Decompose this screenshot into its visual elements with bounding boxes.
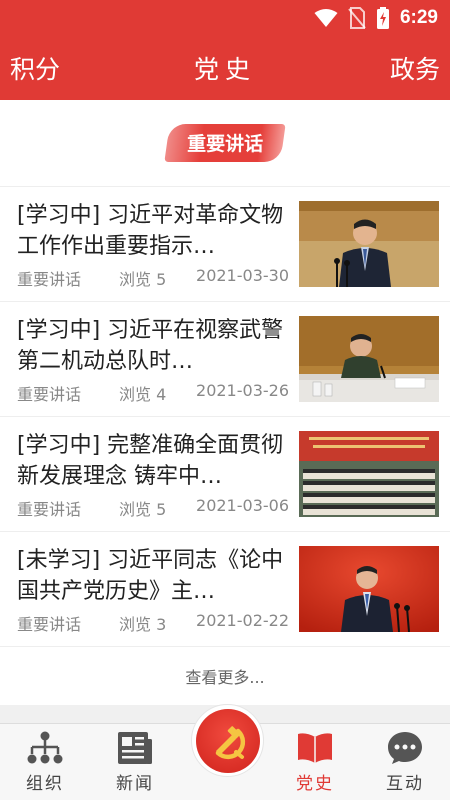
article-views: 浏览 3 — [119, 615, 167, 634]
article-date: 2021-03-30 — [196, 266, 289, 285]
tab-interaction[interactable]: 互动 — [360, 724, 450, 800]
article-title: [学习中] 完整准确全面贯彻新发展理念 铸牢中… — [17, 433, 284, 489]
tab-organization[interactable]: 组织 — [0, 724, 90, 800]
article-date: 2021-03-26 — [196, 381, 289, 400]
article-category: 重要讲话 — [17, 615, 82, 634]
article-date: 2021-02-22 — [196, 611, 289, 630]
list-item[interactable]: [学习中] 习近平在视察武警第二机动总队时… 重要讲话 浏览 4 2021-03… — [0, 302, 450, 417]
app-header: 积分 党史 政务 — [0, 36, 450, 100]
article-meta: 重要讲话 浏览 5 2021-03-30 — [17, 266, 289, 290]
list-item[interactable]: [未学习] 习近平同志《论中国共产党历史》主… 重要讲话 浏览 3 2021-0… — [0, 532, 450, 647]
tab-label: 党史 — [296, 774, 334, 794]
status-time: 6:29 — [399, 7, 438, 28]
page-title: 党史 — [193, 55, 256, 84]
article-list: [学习中] 习近平对革命文物工作作出重要指示… 重要讲话 浏览 5 2021-0… — [0, 186, 450, 647]
list-item[interactable]: [学习中] 完整准确全面贯彻新发展理念 铸牢中… 重要讲话 浏览 5 2021-… — [0, 417, 450, 532]
article-category: 重要讲话 — [17, 385, 82, 404]
article-title: [学习中] 习近平对革命文物工作作出重要指示… — [17, 203, 284, 259]
article-meta: 重要讲话 浏览 3 2021-02-22 — [17, 611, 289, 635]
party-emblem-icon — [195, 708, 260, 773]
status-bar: 6:29 — [0, 0, 450, 36]
tab-label: 组织 — [26, 774, 64, 794]
article-views: 浏览 5 — [119, 500, 167, 519]
points-button[interactable]: 积分 — [10, 50, 60, 86]
no-sim-icon — [348, 7, 366, 29]
article-views: 浏览 5 — [119, 270, 167, 289]
article-meta: 重要讲话 浏览 5 2021-03-06 — [17, 496, 289, 520]
article-title: [学习中] 习近平在视察武警第二机动总队时… — [17, 318, 284, 374]
article-views: 浏览 4 — [119, 385, 167, 404]
tab-label: 新闻 — [116, 774, 154, 794]
article-category: 重要讲话 — [17, 500, 82, 519]
view-more-link[interactable]: 查看更多... — [0, 647, 450, 705]
book-icon — [298, 733, 332, 763]
party-emblem-button[interactable] — [191, 704, 264, 777]
main-content: 重要讲话 [学习中] 习近平对革命文物工作作出重要指示… 重要讲话 浏览 5 2… — [0, 100, 450, 723]
tab-party-history[interactable]: 党史 — [270, 724, 360, 800]
battery-charging-icon — [376, 7, 389, 29]
org-chart-icon — [27, 731, 63, 764]
government-affairs-button[interactable]: 政务 — [390, 50, 440, 86]
article-thumbnail — [299, 316, 439, 402]
section-header: 重要讲话 — [0, 100, 450, 186]
article-thumbnail — [299, 201, 439, 287]
article-title: [未学习] 习近平同志《论中国共产党历史》主… — [17, 548, 284, 604]
newspaper-icon — [118, 732, 152, 764]
tab-label: 互动 — [386, 774, 424, 794]
article-thumbnail — [299, 431, 439, 517]
article-meta: 重要讲话 浏览 4 2021-03-26 — [17, 381, 289, 405]
tab-news[interactable]: 新闻 — [90, 724, 180, 800]
article-date: 2021-03-06 — [196, 496, 289, 515]
article-category: 重要讲话 — [17, 270, 82, 289]
chat-bubble-icon — [388, 732, 422, 764]
wifi-icon — [314, 9, 338, 27]
section-tag: 重要讲话 — [164, 124, 286, 162]
article-thumbnail — [299, 546, 439, 632]
list-item[interactable]: [学习中] 习近平对革命文物工作作出重要指示… 重要讲话 浏览 5 2021-0… — [0, 187, 450, 302]
